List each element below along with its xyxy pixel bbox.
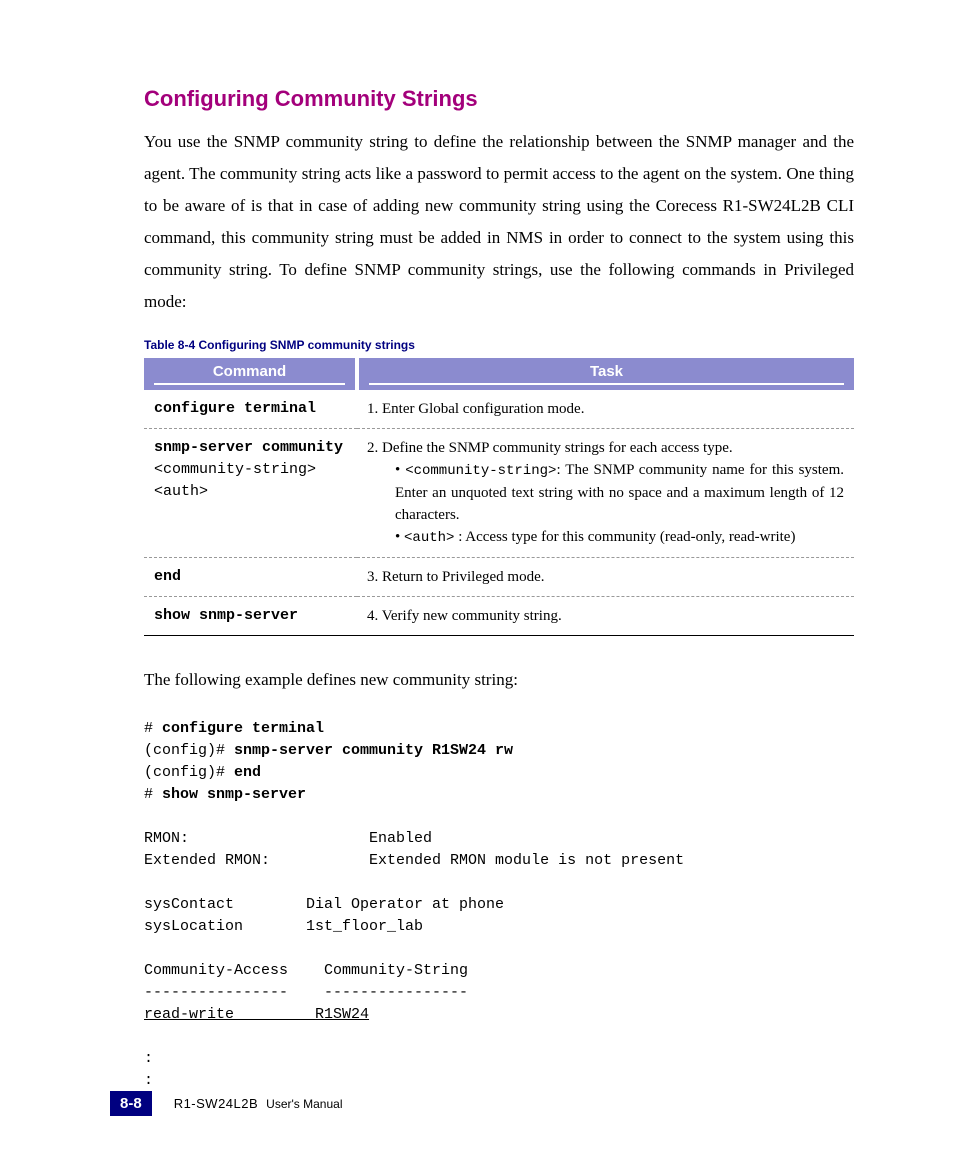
page-footer: 8-8 R1-SW24L2B User's Manual	[110, 1091, 854, 1116]
header-task: Task	[357, 358, 854, 390]
table-row: end 3. Return to Privileged mode.	[144, 558, 854, 597]
page-number: 8-8	[110, 1091, 152, 1116]
command-cell: configure terminal	[144, 390, 357, 429]
table-row: show snmp-server 4. Verify new community…	[144, 597, 854, 636]
task-cell: 2. Define the SNMP community strings for…	[357, 429, 854, 558]
command-cell: show snmp-server	[144, 597, 357, 636]
intro-paragraph: You use the SNMP community string to def…	[144, 126, 854, 318]
header-command: Command	[144, 358, 357, 390]
code-example: # configure terminal (config)# snmp-serv…	[144, 718, 854, 1092]
command-cell: snmp-server community <community-string>…	[144, 429, 357, 558]
section-heading: Configuring Community Strings	[144, 86, 854, 112]
task-cell: 3. Return to Privileged mode.	[357, 558, 854, 597]
table-row: configure terminal 1. Enter Global confi…	[144, 390, 854, 429]
table-caption: Table 8-4 Configuring SNMP community str…	[144, 338, 854, 352]
task-cell: 1. Enter Global configuration mode.	[357, 390, 854, 429]
example-intro: The following example defines new commun…	[144, 670, 854, 690]
command-cell: end	[144, 558, 357, 597]
task-cell: 4. Verify new community string.	[357, 597, 854, 636]
command-table: Command Task configure terminal 1. Enter…	[144, 358, 854, 636]
footer-model: R1-SW24L2B	[174, 1096, 258, 1111]
footer-manual: User's Manual	[266, 1097, 342, 1111]
table-row: snmp-server community <community-string>…	[144, 429, 854, 558]
